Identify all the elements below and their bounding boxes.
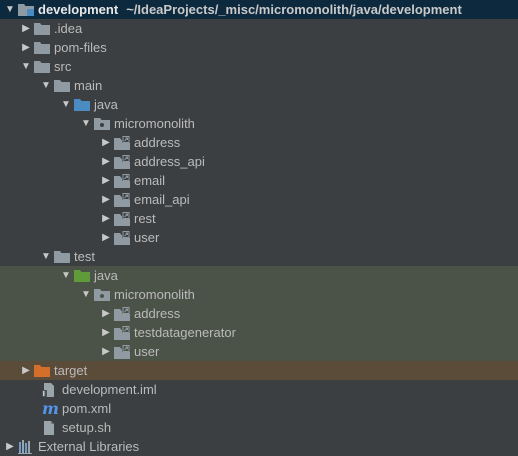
module-package-icon (114, 209, 132, 228)
chevron-down-icon[interactable]: ▼ (78, 285, 94, 304)
tree-item-label: java (94, 97, 118, 112)
tree-item-label: pom-files (54, 40, 107, 55)
tree-item-main-email-api[interactable]: ▶ email_api (0, 190, 518, 209)
chevron-down-icon[interactable]: ▼ (2, 0, 18, 19)
tree-item-main-package[interactable]: ▼ micromonolith (0, 114, 518, 133)
tree-item-label: user (134, 344, 160, 359)
tree-item-target[interactable]: ▶ target (0, 361, 518, 380)
tree-item-setup-sh[interactable]: setup.sh (0, 418, 518, 437)
module-package-icon (114, 133, 132, 152)
package-icon (94, 285, 112, 304)
folder-icon (54, 247, 72, 266)
chevron-down-icon[interactable]: ▼ (18, 57, 34, 76)
tree-item-test[interactable]: ▼ test (0, 247, 518, 266)
tree-item-pom-xml[interactable]: m pom.xml (0, 399, 518, 418)
tree-item-main-address-api[interactable]: ▶ address_api (0, 152, 518, 171)
libraries-icon (18, 437, 36, 456)
folder-icon (34, 38, 52, 57)
tree-item-idea[interactable]: ▶ .idea (0, 19, 518, 38)
module-package-icon (114, 323, 132, 342)
module-package-icon (114, 304, 132, 323)
package-icon (94, 114, 112, 133)
tree-item-label: setup.sh (62, 420, 112, 435)
tree-item-label: email (134, 173, 166, 188)
tree-item-label: address (134, 306, 181, 321)
tree-item-test-user[interactable]: ▶ user (0, 342, 518, 361)
chevron-right-icon[interactable]: ▶ (18, 19, 34, 38)
tree-item-label: test (74, 249, 95, 264)
tree-item-test-datagenerator[interactable]: ▶ testdatagenerator (0, 323, 518, 342)
module-package-icon (114, 152, 132, 171)
chevron-right-icon[interactable]: ▶ (98, 228, 114, 247)
tree-item-label: micromonolith (114, 116, 195, 131)
module-package-icon (114, 228, 132, 247)
excluded-folder-icon (34, 361, 52, 380)
tree-item-development-iml[interactable]: development.iml (0, 380, 518, 399)
project-tree: ▼ development ~/IdeaProjects/_misc/micro… (0, 0, 518, 456)
chevron-down-icon[interactable]: ▼ (58, 266, 74, 285)
tree-item-label: pom.xml (62, 401, 112, 416)
maven-m-icon: m (42, 399, 59, 418)
source-root-folder-icon (74, 95, 92, 114)
tree-item-test-java[interactable]: ▼ java (0, 266, 518, 285)
chevron-down-icon[interactable]: ▼ (58, 95, 74, 114)
chevron-right-icon[interactable]: ▶ (18, 361, 34, 380)
folder-icon (34, 19, 52, 38)
tree-item-label: user (134, 230, 160, 245)
chevron-down-icon[interactable]: ▼ (78, 114, 94, 133)
chevron-right-icon[interactable]: ▶ (18, 38, 34, 57)
tree-item-label: src (54, 59, 72, 74)
chevron-down-icon[interactable]: ▼ (38, 76, 54, 95)
root-path: ~/IdeaProjects/_misc/micromonolith/java/… (126, 2, 462, 17)
tree-item-label: address_api (134, 154, 205, 169)
tree-item-main-address[interactable]: ▶ address (0, 133, 518, 152)
tree-item-main-user[interactable]: ▶ user (0, 228, 518, 247)
chevron-right-icon[interactable]: ▶ (98, 133, 114, 152)
tree-item-test-address[interactable]: ▶ address (0, 304, 518, 323)
folder-icon (34, 57, 52, 76)
chevron-right-icon[interactable]: ▶ (98, 171, 114, 190)
module-package-icon (114, 190, 132, 209)
chevron-down-icon[interactable]: ▼ (38, 247, 54, 266)
test-root-folder-icon (74, 266, 92, 285)
tree-item-label: address (134, 135, 181, 150)
tree-item-pom-files[interactable]: ▶ pom-files (0, 38, 518, 57)
module-package-icon (114, 171, 132, 190)
chevron-right-icon[interactable]: ▶ (98, 323, 114, 342)
tree-item-main-email[interactable]: ▶ email (0, 171, 518, 190)
tree-item-main[interactable]: ▼ main (0, 76, 518, 95)
module-folder-icon (18, 0, 36, 19)
tree-root-development[interactable]: ▼ development ~/IdeaProjects/_misc/micro… (0, 0, 518, 19)
folder-icon (54, 76, 72, 95)
tree-item-label: .idea (54, 21, 83, 36)
module-package-icon (114, 342, 132, 361)
tree-item-label: java (94, 268, 118, 283)
tree-item-label: development.iml (62, 382, 157, 397)
iml-file-icon (42, 380, 60, 399)
tree-item-label: target (54, 363, 88, 378)
tree-item-main-rest[interactable]: ▶ rest (0, 209, 518, 228)
chevron-right-icon[interactable]: ▶ (98, 304, 114, 323)
tree-item-label: rest (134, 211, 156, 226)
chevron-right-icon[interactable]: ▶ (98, 209, 114, 228)
chevron-right-icon[interactable]: ▶ (98, 342, 114, 361)
tree-item-test-package[interactable]: ▼ micromonolith (0, 285, 518, 304)
tree-item-src[interactable]: ▼ src (0, 57, 518, 76)
tree-item-label: External Libraries (38, 439, 140, 454)
tree-item-label: micromonolith (114, 287, 195, 302)
chevron-right-icon[interactable]: ▶ (2, 437, 18, 456)
tree-item-label: email_api (134, 192, 190, 207)
shell-file-icon (42, 418, 60, 437)
chevron-right-icon[interactable]: ▶ (98, 190, 114, 209)
chevron-right-icon[interactable]: ▶ (98, 152, 114, 171)
root-label: development (38, 2, 119, 17)
tree-item-label: main (74, 78, 103, 93)
tree-item-label: testdatagenerator (134, 325, 236, 340)
tree-item-external-libraries[interactable]: ▶ External Libraries (0, 437, 518, 456)
tree-item-main-java[interactable]: ▼ java (0, 95, 518, 114)
